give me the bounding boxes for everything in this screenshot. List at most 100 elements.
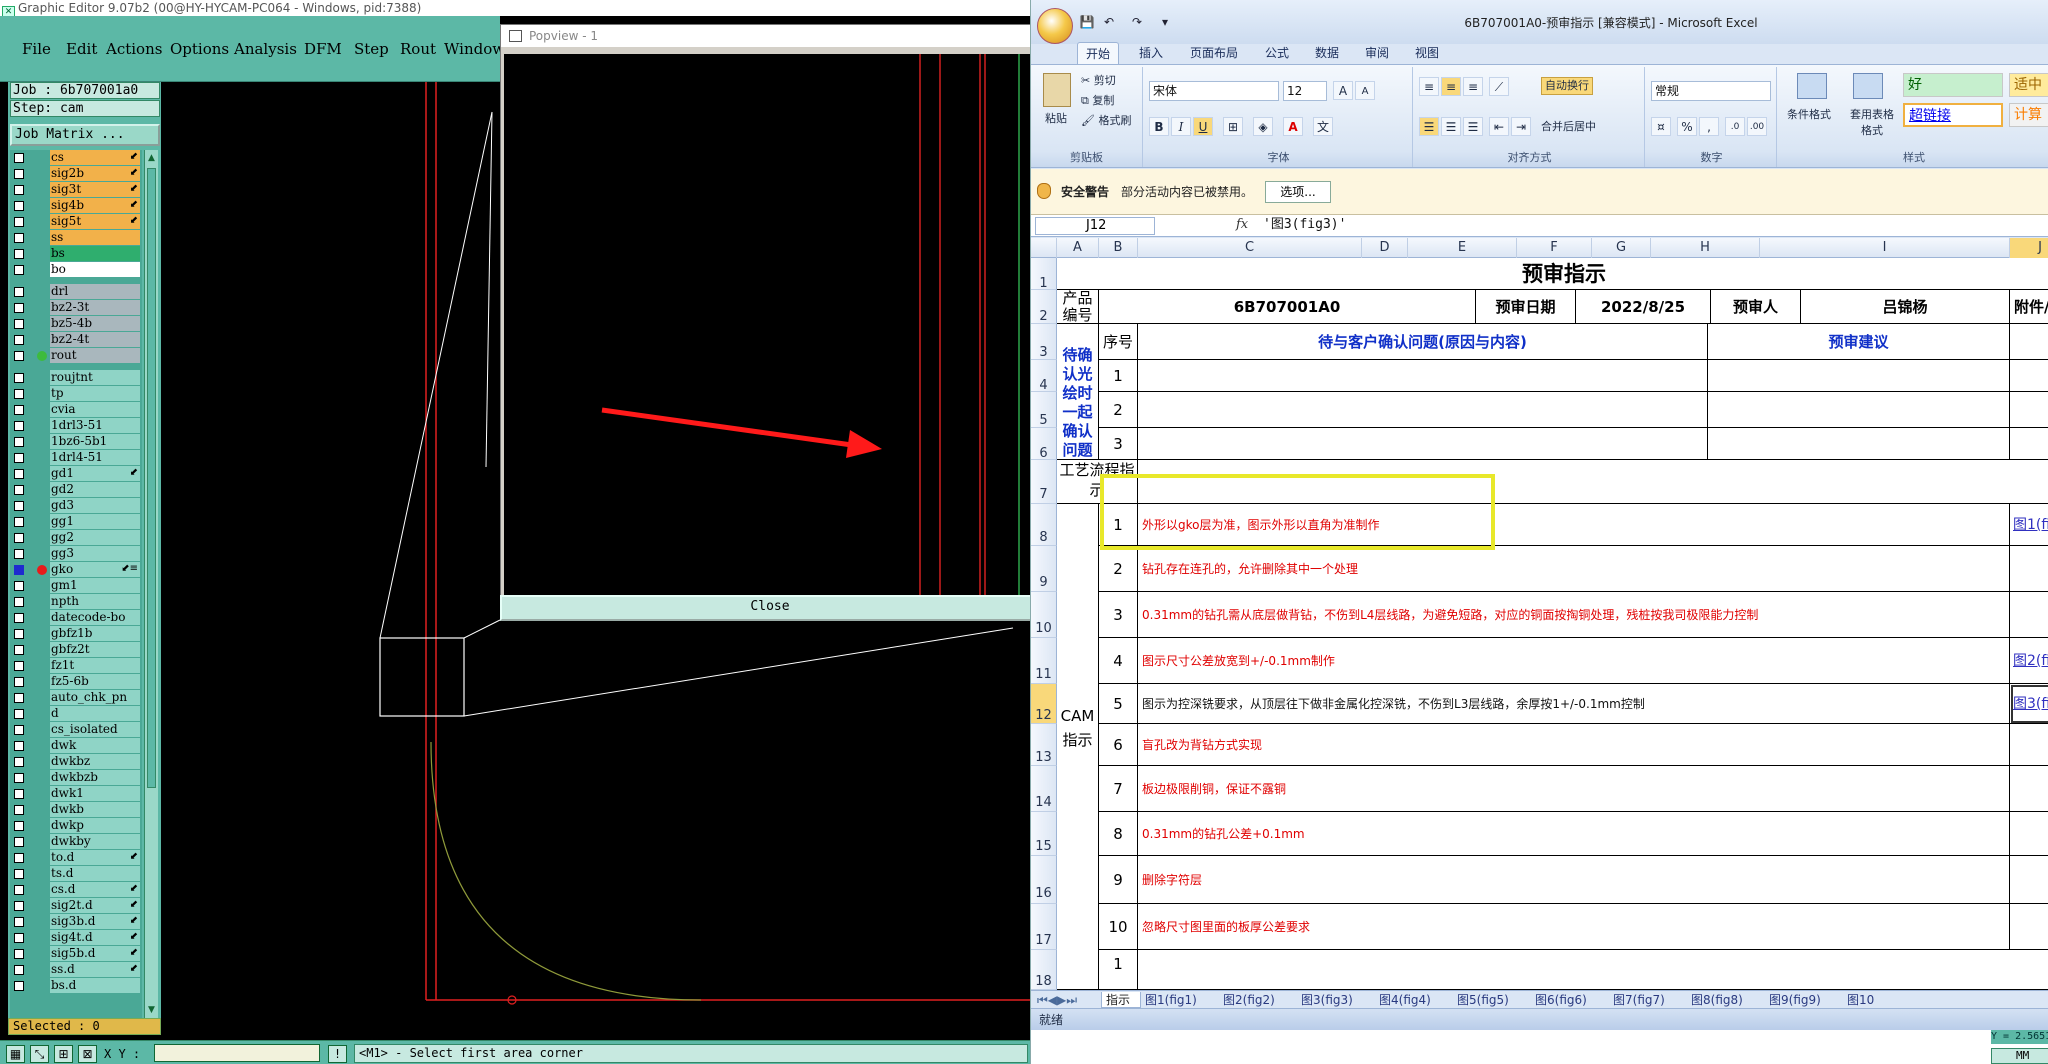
row-header[interactable]: 4: [1031, 360, 1057, 393]
layer-row[interactable]: sig4t.d ⬋: [10, 930, 142, 946]
paste-icon[interactable]: [1043, 73, 1071, 107]
sheet-tab[interactable]: 图7(fig7): [1609, 992, 1687, 1008]
format-painter-button[interactable]: 🖌 格式刷: [1081, 113, 1131, 129]
column-header[interactable]: E: [1408, 238, 1517, 258]
popview-close-button[interactable]: Close: [500, 595, 1040, 621]
save-icon[interactable]: 💾: [1079, 14, 1095, 30]
layer-name[interactable]: fz5-6b: [50, 674, 140, 689]
sheet-tab[interactable]: 图8(fig8): [1687, 992, 1765, 1008]
layer-row[interactable]: dwkby: [10, 834, 142, 850]
layer-checkbox[interactable]: [14, 485, 24, 495]
layer-row[interactable]: gd1 ⬋: [10, 466, 142, 482]
tab-home[interactable]: 开始: [1077, 42, 1119, 64]
layer-row[interactable]: datecode-bo: [10, 610, 142, 626]
layer-row[interactable]: drl: [10, 284, 142, 300]
layer-row[interactable]: to.d ⬋: [10, 850, 142, 866]
graphic-editor-titlebar[interactable]: ✕ Graphic Editor 9.07b2 (00@HY-HYCAM-PC06…: [0, 0, 1030, 16]
layer-name[interactable]: npth: [50, 594, 140, 609]
popview-titlebar[interactable]: Popview - 1: [501, 25, 1039, 47]
menu-file[interactable]: File: [22, 40, 51, 58]
layer-name[interactable]: dwkby: [50, 834, 140, 849]
cell[interactable]: [1138, 428, 1708, 460]
menu-edit[interactable]: Edit: [66, 40, 97, 58]
layer-row[interactable]: gg2: [10, 530, 142, 546]
instruction-num[interactable]: 10: [1099, 904, 1138, 950]
layer-row[interactable]: auto_chk_pn: [10, 690, 142, 706]
layer-name[interactable]: sig3b.d: [50, 914, 140, 929]
layer-row[interactable]: ts.d: [10, 866, 142, 882]
instruction-text[interactable]: 钻孔存在连孔的，允许删除其中一个处理: [1138, 546, 2010, 592]
column-header[interactable]: A: [1057, 238, 1099, 258]
instruction-link[interactable]: [2010, 856, 2048, 904]
layer-name[interactable]: gg2: [50, 530, 140, 545]
measure-icon[interactable]: ⊠: [78, 1045, 97, 1063]
layer-row[interactable]: roujtnt: [10, 370, 142, 386]
reviewer-value[interactable]: 吕锦杨: [1801, 290, 2010, 324]
column-header[interactable]: H: [1651, 238, 1760, 258]
font-name-select[interactable]: 宋体: [1149, 81, 1279, 101]
comma-icon[interactable]: ,: [1699, 117, 1719, 136]
layer-row[interactable]: bz2-3t: [10, 300, 142, 316]
number-format-select[interactable]: 常规: [1651, 81, 1771, 101]
merge-center-button[interactable]: 合并后居中: [1541, 119, 1596, 135]
layer-checkbox[interactable]: [14, 389, 24, 399]
instruction-link[interactable]: [2010, 812, 2048, 856]
layer-name[interactable]: 1bz6-5b1: [50, 434, 140, 449]
cell[interactable]: [1138, 392, 1708, 428]
layer-name[interactable]: sig2t.d: [50, 898, 140, 913]
row-header[interactable]: 15: [1031, 812, 1057, 856]
layer-checkbox[interactable]: [14, 373, 24, 383]
sheet-tab[interactable]: 图4(fig4): [1375, 992, 1453, 1008]
tab-data[interactable]: 数据: [1307, 42, 1347, 64]
align-bottom-icon[interactable]: ≡: [1463, 77, 1483, 96]
layer-checkbox[interactable]: [14, 757, 24, 767]
layer-name[interactable]: sig5t: [50, 214, 140, 229]
layer-name[interactable]: ss.d: [50, 962, 140, 977]
layer-checkbox[interactable]: [14, 565, 24, 575]
format-as-table-button[interactable]: 套用表格格式: [1845, 107, 1899, 139]
layer-checkbox[interactable]: [14, 629, 24, 639]
underline-button[interactable]: U: [1193, 117, 1213, 136]
confirm-num[interactable]: 2: [1099, 392, 1138, 428]
layer-name[interactable]: bs: [50, 246, 140, 261]
layer-name[interactable]: fz1t: [50, 658, 140, 673]
align-left-icon[interactable]: ☰: [1419, 117, 1439, 136]
layer-checkbox[interactable]: [14, 821, 24, 831]
layer-name[interactable]: dwkb: [50, 802, 140, 817]
security-options-button[interactable]: 选项...: [1265, 181, 1331, 203]
advice-header[interactable]: 预审建议: [1708, 324, 2010, 360]
layer-checkbox[interactable]: [14, 217, 24, 227]
sheet-title[interactable]: 预审指示: [1057, 258, 2048, 290]
xy-input[interactable]: [154, 1044, 320, 1062]
layer-row[interactable]: dwkbz: [10, 754, 142, 770]
layer-name[interactable]: gd1: [50, 466, 140, 481]
layer-name[interactable]: datecode-bo: [50, 610, 140, 625]
layer-checkbox[interactable]: [14, 933, 24, 943]
font-size-select[interactable]: 12: [1283, 81, 1327, 101]
layer-name[interactable]: sig5b.d: [50, 946, 140, 961]
row-header[interactable]: 11: [1031, 638, 1057, 684]
layer-row[interactable]: gd2: [10, 482, 142, 498]
layer-row[interactable]: dwkbzb: [10, 770, 142, 786]
confirm-num[interactable]: 1: [1099, 360, 1138, 392]
layer-checkbox[interactable]: [14, 661, 24, 671]
layer-name[interactable]: cvia: [50, 402, 140, 417]
row-header[interactable]: 9: [1031, 546, 1057, 592]
bold-button[interactable]: B: [1149, 117, 1169, 136]
sheet-tab[interactable]: 图1(fig1): [1141, 992, 1219, 1008]
layer-row[interactable]: dwk: [10, 738, 142, 754]
row-header[interactable]: 16: [1031, 856, 1057, 904]
layer-row[interactable]: cs ⬋: [10, 150, 142, 166]
layer-checkbox[interactable]: [14, 351, 24, 361]
layer-name[interactable]: dwkbz: [50, 754, 140, 769]
layer-checkbox[interactable]: [14, 709, 24, 719]
layer-checkbox[interactable]: [14, 153, 24, 163]
layer-checkbox[interactable]: [14, 453, 24, 463]
instruction-num[interactable]: 2: [1099, 546, 1138, 592]
layer-checkbox[interactable]: [14, 233, 24, 243]
row-header[interactable]: 2: [1031, 290, 1057, 324]
layer-row[interactable]: cs.d ⬋: [10, 882, 142, 898]
worksheet[interactable]: ABCDEFGHIJ 1 2 3 4 5 6 7 8 9 10 11 12 13 14 15 16 17 18 预…: [1031, 238, 2048, 990]
layer-name[interactable]: cs_isolated: [50, 722, 140, 737]
layer-checkbox[interactable]: [14, 677, 24, 687]
